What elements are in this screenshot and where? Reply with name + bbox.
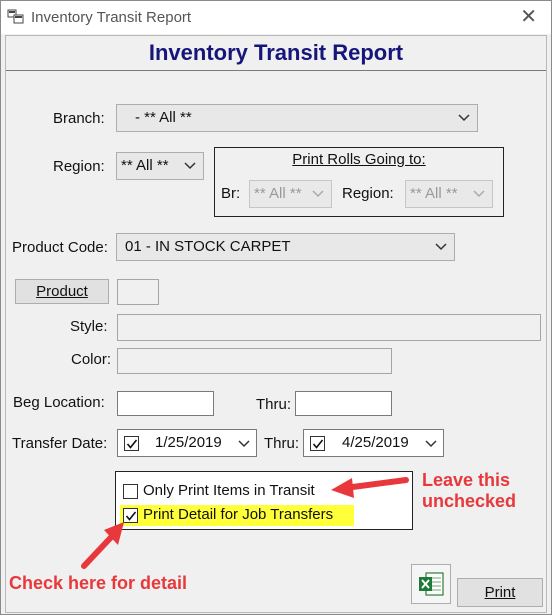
annotation-check-here: Check here for detail xyxy=(9,573,188,593)
arrow-to-only-transit xyxy=(331,477,409,498)
arrow-to-job-transfers xyxy=(81,522,124,569)
annotation-arrows xyxy=(81,477,409,569)
annotation-leave-line2: unchecked xyxy=(422,491,517,511)
annotation-leave-line1: Leave this xyxy=(422,470,511,490)
